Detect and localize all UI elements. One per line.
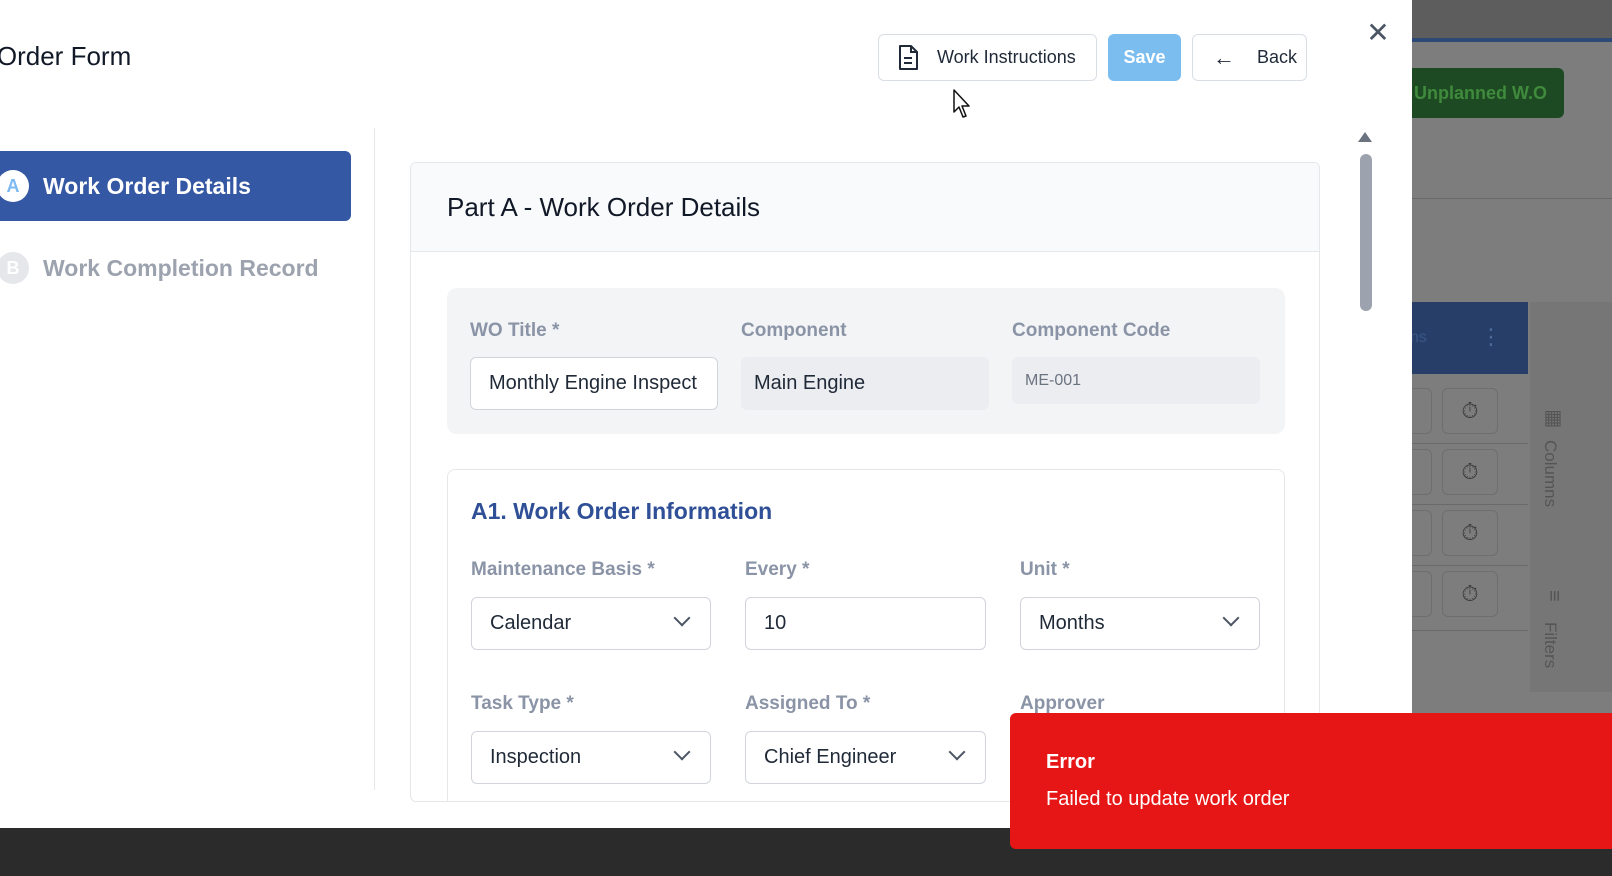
bg-topbar [1412, 0, 1612, 40]
card-title: Part A - Work Order Details [411, 163, 1319, 252]
filters-tab[interactable]: Filters [1540, 622, 1560, 668]
columns-tab[interactable]: Columns [1540, 440, 1560, 507]
bg-header-text: ns [1410, 329, 1427, 346]
task-type-label: Task Type * [471, 693, 574, 714]
save-button[interactable]: Save [1108, 34, 1181, 81]
bg-row-action [1412, 510, 1432, 556]
step-work-order-details[interactable]: A Work Order Details [0, 151, 351, 221]
step-work-completion-record[interactable]: B Work Completion Record [0, 233, 351, 303]
component-label: Component [741, 320, 847, 341]
close-icon[interactable]: ✕ [1365, 19, 1391, 47]
chevron-down-icon [673, 743, 691, 761]
maintenance-basis-value: Calendar [490, 612, 572, 634]
maintenance-basis-select[interactable]: Calendar [471, 597, 711, 650]
arrow-left-icon: ← [1213, 44, 1235, 70]
assigned-to-select[interactable]: Chief Engineer [745, 731, 986, 784]
more-options-icon[interactable]: ⋮ [1480, 324, 1502, 350]
work-instructions-button[interactable]: Work Instructions [878, 34, 1097, 81]
section-title: A1. Work Order Information [471, 498, 773, 524]
assigned-to-value: Chief Engineer [764, 746, 897, 768]
scroll-up-arrow[interactable] [1358, 132, 1372, 142]
approver-label: Approver [1020, 693, 1105, 714]
bg-accent-line [1412, 38, 1612, 42]
bg-row-divider [1412, 504, 1528, 505]
filter-icon[interactable]: ≡ [1542, 590, 1565, 602]
assigned-to-label: Assigned To * [745, 693, 871, 714]
bg-row-divider [1412, 443, 1528, 444]
bg-table-header: ns ⋮ [1410, 302, 1528, 374]
every-label: Every * [745, 559, 810, 580]
timer-icon[interactable]: ⏱ [1442, 571, 1498, 617]
bg-row-divider [1412, 565, 1528, 566]
bg-row-action [1412, 388, 1432, 434]
scrollbar-thumb[interactable] [1360, 154, 1372, 311]
modal-title: rk Order Form [0, 41, 132, 71]
step-label: Work Order Details [43, 172, 251, 199]
work-order-modal: rk Order Form Work Instructions Save ← B… [0, 0, 1412, 828]
component-code-field: ME-001 [1012, 357, 1260, 404]
chevron-down-icon [673, 609, 691, 627]
work-instructions-label: Work Instructions [937, 47, 1076, 67]
every-input[interactable]: 10 [745, 597, 986, 650]
step-navigation: A Work Order Details B Work Completion R… [0, 128, 375, 790]
unit-value: Months [1039, 612, 1105, 634]
error-toast[interactable]: Error Failed to update work order [1010, 713, 1612, 849]
toast-title: Error [1046, 751, 1095, 773]
bg-divider [1412, 198, 1612, 199]
step-badge: B [0, 252, 29, 284]
chevron-down-icon [1222, 609, 1240, 627]
component-code-label: Component Code [1012, 320, 1171, 341]
document-icon [899, 44, 918, 70]
toast-message: Failed to update work order [1046, 788, 1290, 810]
task-type-value: Inspection [490, 746, 582, 768]
unit-label: Unit * [1020, 559, 1070, 580]
timer-icon[interactable]: ⏱ [1442, 449, 1498, 495]
wo-title-label: WO Title * [470, 320, 560, 341]
back-button[interactable]: ← Back [1192, 34, 1307, 81]
step-badge: A [0, 170, 29, 202]
bg-row-action [1412, 571, 1432, 617]
step-label: Work Completion Record [43, 254, 319, 281]
chevron-down-icon [948, 743, 966, 761]
maintenance-basis-label: Maintenance Basis * [471, 559, 655, 580]
back-label: Back [1257, 47, 1298, 67]
wo-title-input[interactable]: Monthly Engine Inspect [470, 357, 718, 410]
timer-icon[interactable]: ⏱ [1442, 510, 1498, 556]
part-a-card: Part A - Work Order Details WO Title * M… [410, 162, 1320, 802]
task-type-select[interactable]: Inspection [471, 731, 711, 784]
timer-icon[interactable]: ⏱ [1442, 388, 1498, 434]
mouse-cursor-icon [953, 89, 970, 118]
table-icon[interactable]: ▦ [1540, 405, 1564, 429]
bg-row-divider [1412, 630, 1528, 631]
component-field: Main Engine [741, 357, 989, 410]
unit-select[interactable]: Months [1020, 597, 1260, 650]
bg-row-action [1412, 449, 1432, 495]
unplanned-wo-button[interactable]: Unplanned W.O [1412, 68, 1564, 118]
